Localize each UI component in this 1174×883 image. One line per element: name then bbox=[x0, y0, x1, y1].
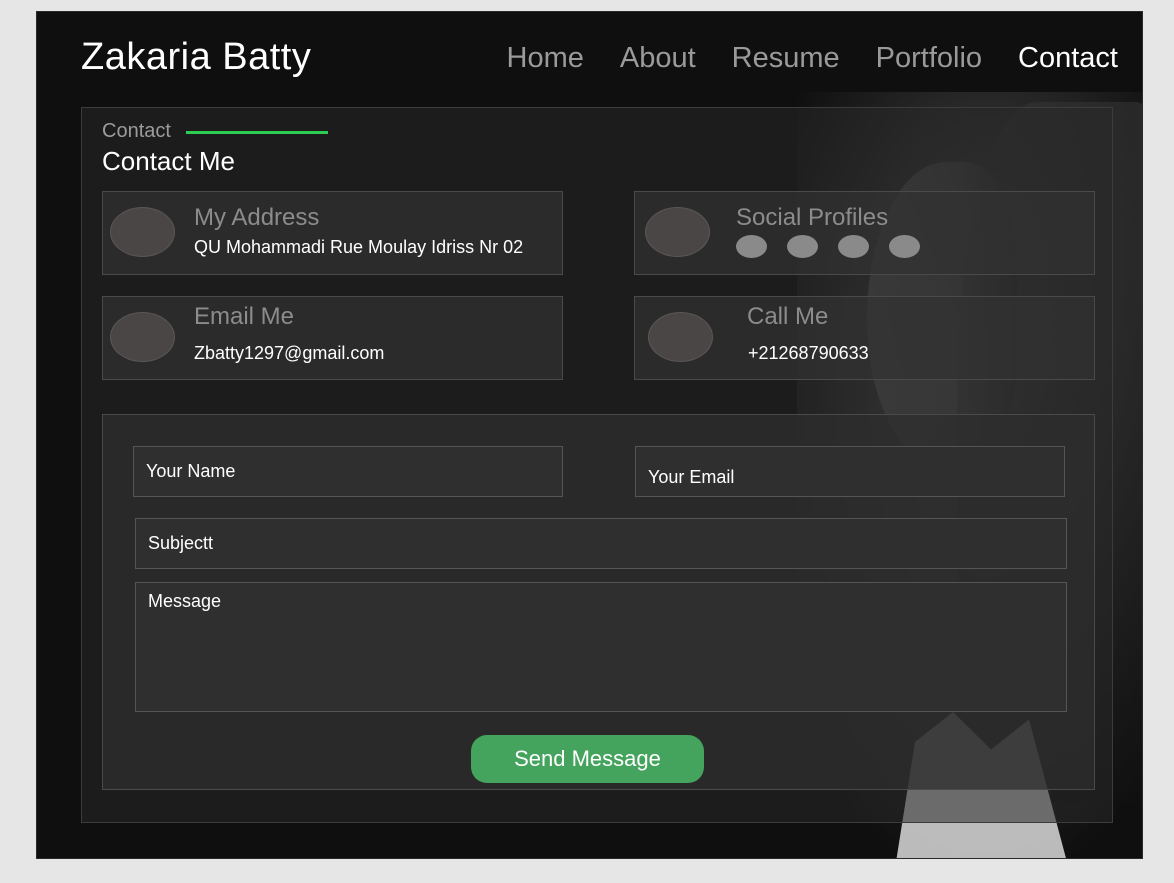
email-card: Email Me Zbatty1297@gmail.com bbox=[102, 296, 563, 380]
address-card: My Address QU Mohammadi Rue Moulay Idris… bbox=[102, 191, 563, 275]
section-kicker: Contact bbox=[102, 120, 171, 142]
email-input[interactable] bbox=[635, 446, 1065, 497]
email-title: Email Me bbox=[194, 303, 295, 330]
nav-resume[interactable]: Resume bbox=[732, 42, 840, 75]
address-title: My Address bbox=[194, 204, 320, 231]
message-textarea[interactable] bbox=[135, 582, 1067, 712]
social-card: Social Profiles bbox=[634, 191, 1095, 275]
social-link-icon[interactable] bbox=[787, 235, 818, 258]
page-title: Contact Me bbox=[102, 146, 235, 176]
social-links bbox=[736, 235, 920, 258]
send-message-button[interactable]: Send Message bbox=[471, 735, 704, 783]
phone-value[interactable]: +21268790633 bbox=[748, 343, 869, 364]
contact-form: Send Message bbox=[102, 414, 1095, 790]
phone-title: Call Me bbox=[747, 303, 829, 330]
nav-contact[interactable]: Contact bbox=[1018, 42, 1118, 75]
email-value[interactable]: Zbatty1297@gmail.com bbox=[194, 343, 384, 364]
name-input[interactable] bbox=[133, 446, 563, 497]
email-icon bbox=[110, 312, 175, 362]
nav-portfolio[interactable]: Portfolio bbox=[876, 42, 982, 75]
nav-home[interactable]: Home bbox=[507, 42, 584, 75]
brand-name[interactable]: Zakaria Batty bbox=[81, 36, 311, 79]
social-link-icon[interactable] bbox=[838, 235, 869, 258]
nav-about[interactable]: About bbox=[620, 42, 696, 75]
social-link-icon[interactable] bbox=[736, 235, 767, 258]
address-icon bbox=[110, 207, 175, 257]
address-value: QU Mohammadi Rue Moulay Idriss Nr 02 bbox=[194, 237, 524, 257]
contact-panel: Contact Contact Me My Address QU Mohamma… bbox=[81, 107, 1113, 823]
main-nav: Home About Resume Portfolio Contact bbox=[507, 42, 1119, 75]
kicker-accent-line bbox=[186, 131, 328, 134]
phone-icon bbox=[648, 312, 713, 362]
subject-input[interactable] bbox=[135, 518, 1067, 569]
social-icon bbox=[645, 207, 710, 257]
social-title: Social Profiles bbox=[736, 204, 889, 231]
app-window: Zakaria Batty Home About Resume Portfoli… bbox=[36, 11, 1143, 859]
social-link-icon[interactable] bbox=[889, 235, 920, 258]
phone-card: Call Me +21268790633 bbox=[634, 296, 1095, 380]
